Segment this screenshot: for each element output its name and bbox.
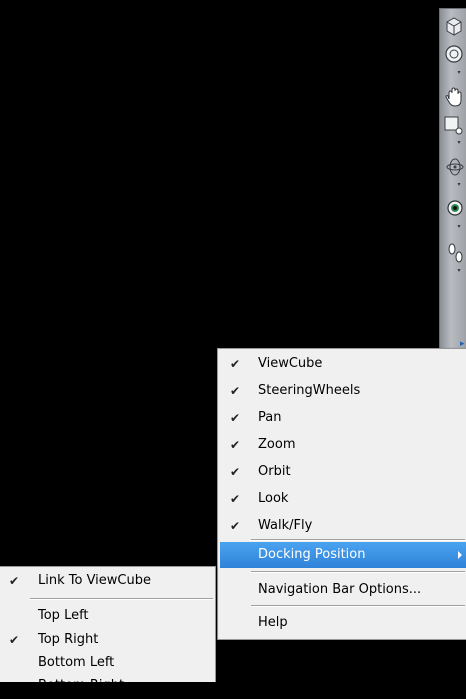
menu-separator: [30, 598, 213, 600]
menu-separator: [251, 605, 465, 607]
submenu-item-top-left[interactable]: Top Left: [0, 603, 213, 629]
menu-item-viewcube[interactable]: ✔ ViewCube: [220, 351, 466, 377]
navigation-bar[interactable]: ▾ ▾ ▾ ▾ ▾ ▸: [439, 8, 466, 349]
menu-item-help[interactable]: Help: [220, 610, 466, 636]
menu-item-label: Pan: [258, 410, 282, 425]
check-icon: ✔: [230, 465, 241, 479]
menu-item-label: Help: [258, 615, 288, 630]
check-icon: ✔: [230, 519, 241, 533]
walk-dropdown-icon[interactable]: ▾: [456, 268, 462, 274]
check-icon: ✔: [9, 574, 20, 588]
steeringwheel-dropdown-icon[interactable]: ▾: [456, 70, 462, 76]
orbit-dropdown-icon[interactable]: ▾: [456, 182, 462, 188]
check-icon: ✔: [230, 492, 241, 506]
check-icon: ✔: [230, 357, 241, 371]
menu-item-steeringwheels[interactable]: ✔ SteeringWheels: [220, 378, 466, 404]
menu-item-walk-fly[interactable]: ✔ Walk/Fly: [220, 513, 466, 539]
steeringwheel-tool-icon[interactable]: [442, 43, 466, 69]
viewcube-tool-icon[interactable]: [442, 15, 466, 41]
menu-item-label: ViewCube: [258, 356, 323, 371]
submenu-item-link-to-viewcube[interactable]: ✔ Link To ViewCube: [0, 568, 213, 594]
menu-separator: [251, 571, 465, 573]
menu-item-label: Walk/Fly: [258, 518, 313, 533]
check-icon: ✔: [230, 384, 241, 398]
menu-item-orbit[interactable]: ✔ Orbit: [220, 459, 466, 485]
menu-item-docking-position[interactable]: Docking Position: [220, 542, 466, 568]
menu-item-label: Orbit: [258, 464, 291, 479]
zoom-tool-icon[interactable]: [442, 113, 466, 139]
zoom-dropdown-icon[interactable]: ▾: [456, 140, 462, 146]
menu-item-look[interactable]: ✔ Look: [220, 486, 466, 512]
menu-item-label: SteeringWheels: [258, 383, 361, 398]
look-dropdown-icon[interactable]: ▾: [456, 224, 462, 230]
check-icon: ✔: [230, 411, 241, 425]
menu-item-label: Bottom Right: [38, 678, 125, 693]
menu-separator: [251, 539, 465, 541]
menu-item-label: Link To ViewCube: [38, 573, 151, 588]
menu-item-zoom[interactable]: ✔ Zoom: [220, 432, 466, 458]
menu-item-navigation-bar-options[interactable]: Navigation Bar Options...: [220, 577, 466, 603]
drawing-viewport[interactable]: ▾ ▾ ▾ ▾ ▾ ▸ ✔ ViewCube ✔ SteeringWheels …: [0, 0, 466, 693]
menu-item-label: Look: [258, 491, 289, 506]
look-tool-icon[interactable]: [442, 197, 466, 223]
submenu-arrow-icon: [458, 551, 462, 559]
menu-item-label: Zoom: [258, 437, 296, 452]
walk-tool-icon[interactable]: [442, 241, 466, 267]
menu-item-pan[interactable]: ✔ Pan: [220, 405, 466, 431]
navbar-context-menu: ✔ ViewCube ✔ SteeringWheels ✔ Pan ✔ Zoom…: [217, 348, 466, 640]
submenu-item-bottom-right[interactable]: Bottom Right: [0, 673, 213, 699]
docking-position-submenu: ✔ Link To ViewCube Top Left ✔ Top Right …: [0, 566, 216, 693]
check-icon: ✔: [230, 438, 241, 452]
menu-item-label: Top Left: [38, 608, 89, 623]
orbit-tool-icon[interactable]: [442, 155, 466, 181]
menu-item-label: Navigation Bar Options...: [258, 582, 422, 597]
pan-tool-icon[interactable]: [442, 85, 466, 111]
menu-item-label: Docking Position: [258, 547, 366, 562]
